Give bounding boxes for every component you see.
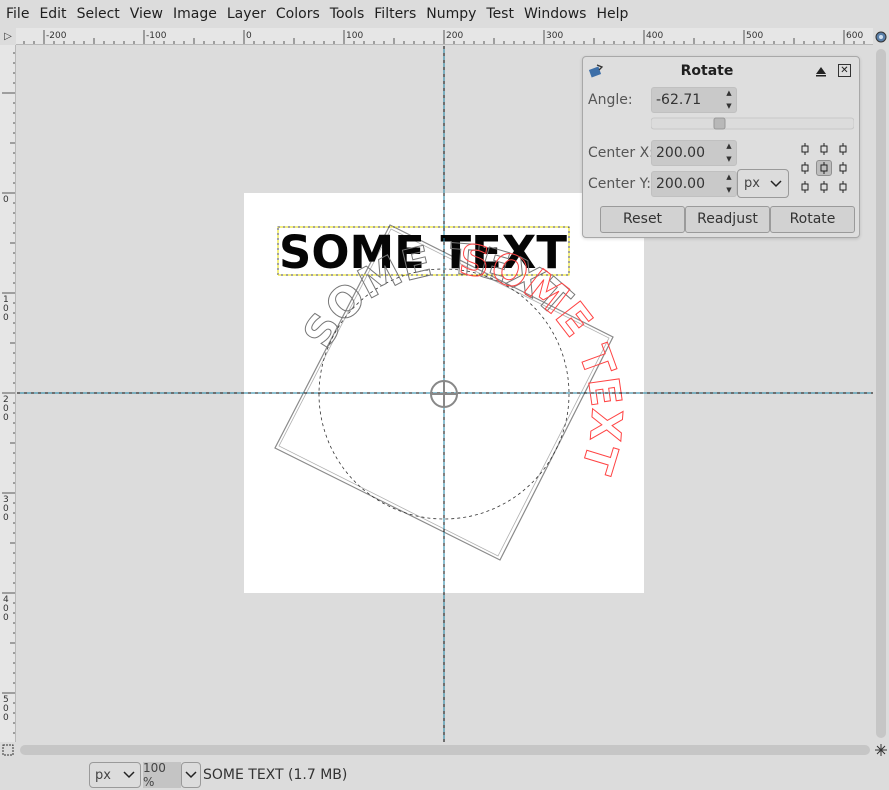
vertical-ruler: 0 100 200 300 400 500 — [0, 45, 16, 742]
pivot-center-icon[interactable] — [816, 160, 832, 176]
menu-view[interactable]: View — [125, 0, 168, 28]
hruler-label: 500 — [746, 31, 763, 41]
vruler-label: 0 — [3, 195, 9, 205]
pivot-top-left-icon[interactable] — [797, 141, 813, 157]
vruler-label: 500 — [3, 695, 9, 723]
angle-input[interactable]: -62.71 ▲ ▼ — [651, 87, 737, 113]
rotate-dialog: Rotate ✕ Angle: -62.71 ▲ ▼ Center X: 200.… — [582, 56, 860, 238]
horizontal-scroll-thumb[interactable] — [20, 745, 870, 755]
vruler-label: 100 — [3, 295, 9, 323]
chevron-down-icon — [770, 179, 782, 187]
hruler-label: -200 — [46, 31, 67, 41]
center-y-input[interactable]: 200.00 ▲ ▼ — [651, 171, 737, 197]
vruler-label: 200 — [3, 395, 9, 423]
menu-select[interactable]: Select — [72, 0, 125, 28]
menu-edit[interactable]: Edit — [34, 0, 71, 28]
close-icon[interactable]: ✕ — [838, 64, 851, 77]
angle-value[interactable]: -62.71 — [656, 88, 701, 112]
status-unit-select[interactable]: px — [89, 762, 141, 788]
center-x-input[interactable]: 200.00 ▲ ▼ — [651, 140, 737, 166]
hruler-label: 600 — [846, 31, 863, 41]
chevron-down-icon — [123, 771, 135, 779]
center-x-label: Center X: — [588, 145, 654, 161]
menu-test[interactable]: Test — [481, 0, 519, 28]
horizontal-ruler: -200 -100 0 100 200 300 400 500 600 — [16, 28, 873, 45]
pivot-bottom-right-icon[interactable] — [835, 179, 851, 195]
status-layer-info: SOME TEXT (1.7 MB) — [203, 767, 348, 783]
ruler-corner-menu-button[interactable]: ▷ — [0, 28, 16, 45]
angle-label: Angle: — [588, 92, 633, 108]
vruler-label: 300 — [3, 495, 9, 523]
unit-select-value: px — [744, 176, 760, 191]
unit-select[interactable]: px — [737, 169, 789, 198]
zoom-dropdown-button[interactable] — [181, 762, 201, 788]
zoom-input[interactable]: 100 % — [143, 761, 181, 789]
pivot-right-icon[interactable] — [835, 160, 851, 176]
menu-filters[interactable]: Filters — [369, 0, 421, 28]
hruler-label: 400 — [646, 31, 663, 41]
angle-spin-arrows-icon[interactable]: ▲ ▼ — [724, 89, 734, 111]
rotate-button[interactable]: Rotate — [770, 206, 855, 233]
dialog-title: Rotate — [680, 63, 734, 79]
center-y-spin-arrows-icon[interactable]: ▲ ▼ — [724, 173, 734, 195]
collapse-up-icon[interactable] — [814, 64, 828, 78]
readjust-button[interactable]: Readjust — [685, 206, 770, 233]
pivot-handle-icon[interactable] — [430, 380, 458, 408]
menu-tools[interactable]: Tools — [325, 0, 370, 28]
zoom-on-resize-icon[interactable] — [873, 742, 889, 758]
menu-windows[interactable]: Windows — [519, 0, 592, 28]
center-y-value[interactable]: 200.00 — [656, 172, 705, 196]
hruler-label: 300 — [546, 31, 563, 41]
pivot-top-icon[interactable] — [816, 141, 832, 157]
navigate-icon[interactable] — [873, 28, 889, 45]
menu-colors[interactable]: Colors — [271, 0, 325, 28]
chevron-down-icon — [185, 771, 197, 779]
center-x-value[interactable]: 200.00 — [656, 141, 705, 165]
menubar: File Edit Select View Image Layer Colors Tools F… — [0, 0, 889, 28]
statusbar: px 100 % SOME TEXT (1.7 MB) — [0, 758, 889, 790]
center-y-label: Center Y: — [588, 176, 651, 192]
menu-file[interactable]: File — [0, 0, 34, 28]
rotated-text-preview-red: SOME TEXT — [456, 234, 631, 479]
quick-mask-icon[interactable] — [0, 742, 16, 758]
pivot-bottom-left-icon[interactable] — [797, 179, 813, 195]
pivot-selector[interactable] — [797, 141, 851, 197]
menu-help[interactable]: Help — [591, 0, 633, 28]
hruler-label: 0 — [246, 31, 252, 41]
center-x-spin-arrows-icon[interactable]: ▲ ▼ — [724, 142, 734, 164]
status-unit-value: px — [95, 767, 111, 783]
pivot-top-right-icon[interactable] — [835, 141, 851, 157]
hruler-label: 100 — [346, 31, 363, 41]
menu-image[interactable]: Image — [168, 0, 222, 28]
hruler-label: 200 — [446, 31, 463, 41]
vertical-scroll-thumb[interactable] — [876, 49, 886, 738]
vruler-label: 400 — [3, 595, 9, 623]
pivot-left-icon[interactable] — [797, 160, 813, 176]
menu-layer[interactable]: Layer — [222, 0, 271, 28]
reset-button[interactable]: Reset — [600, 206, 685, 233]
angle-slider[interactable] — [650, 117, 855, 130]
vertical-scrollbar[interactable] — [873, 45, 889, 742]
hruler-label: -100 — [146, 31, 167, 41]
pivot-bottom-icon[interactable] — [816, 179, 832, 195]
horizontal-scrollbar[interactable] — [17, 742, 873, 758]
menu-numpy[interactable]: Numpy — [421, 0, 481, 28]
